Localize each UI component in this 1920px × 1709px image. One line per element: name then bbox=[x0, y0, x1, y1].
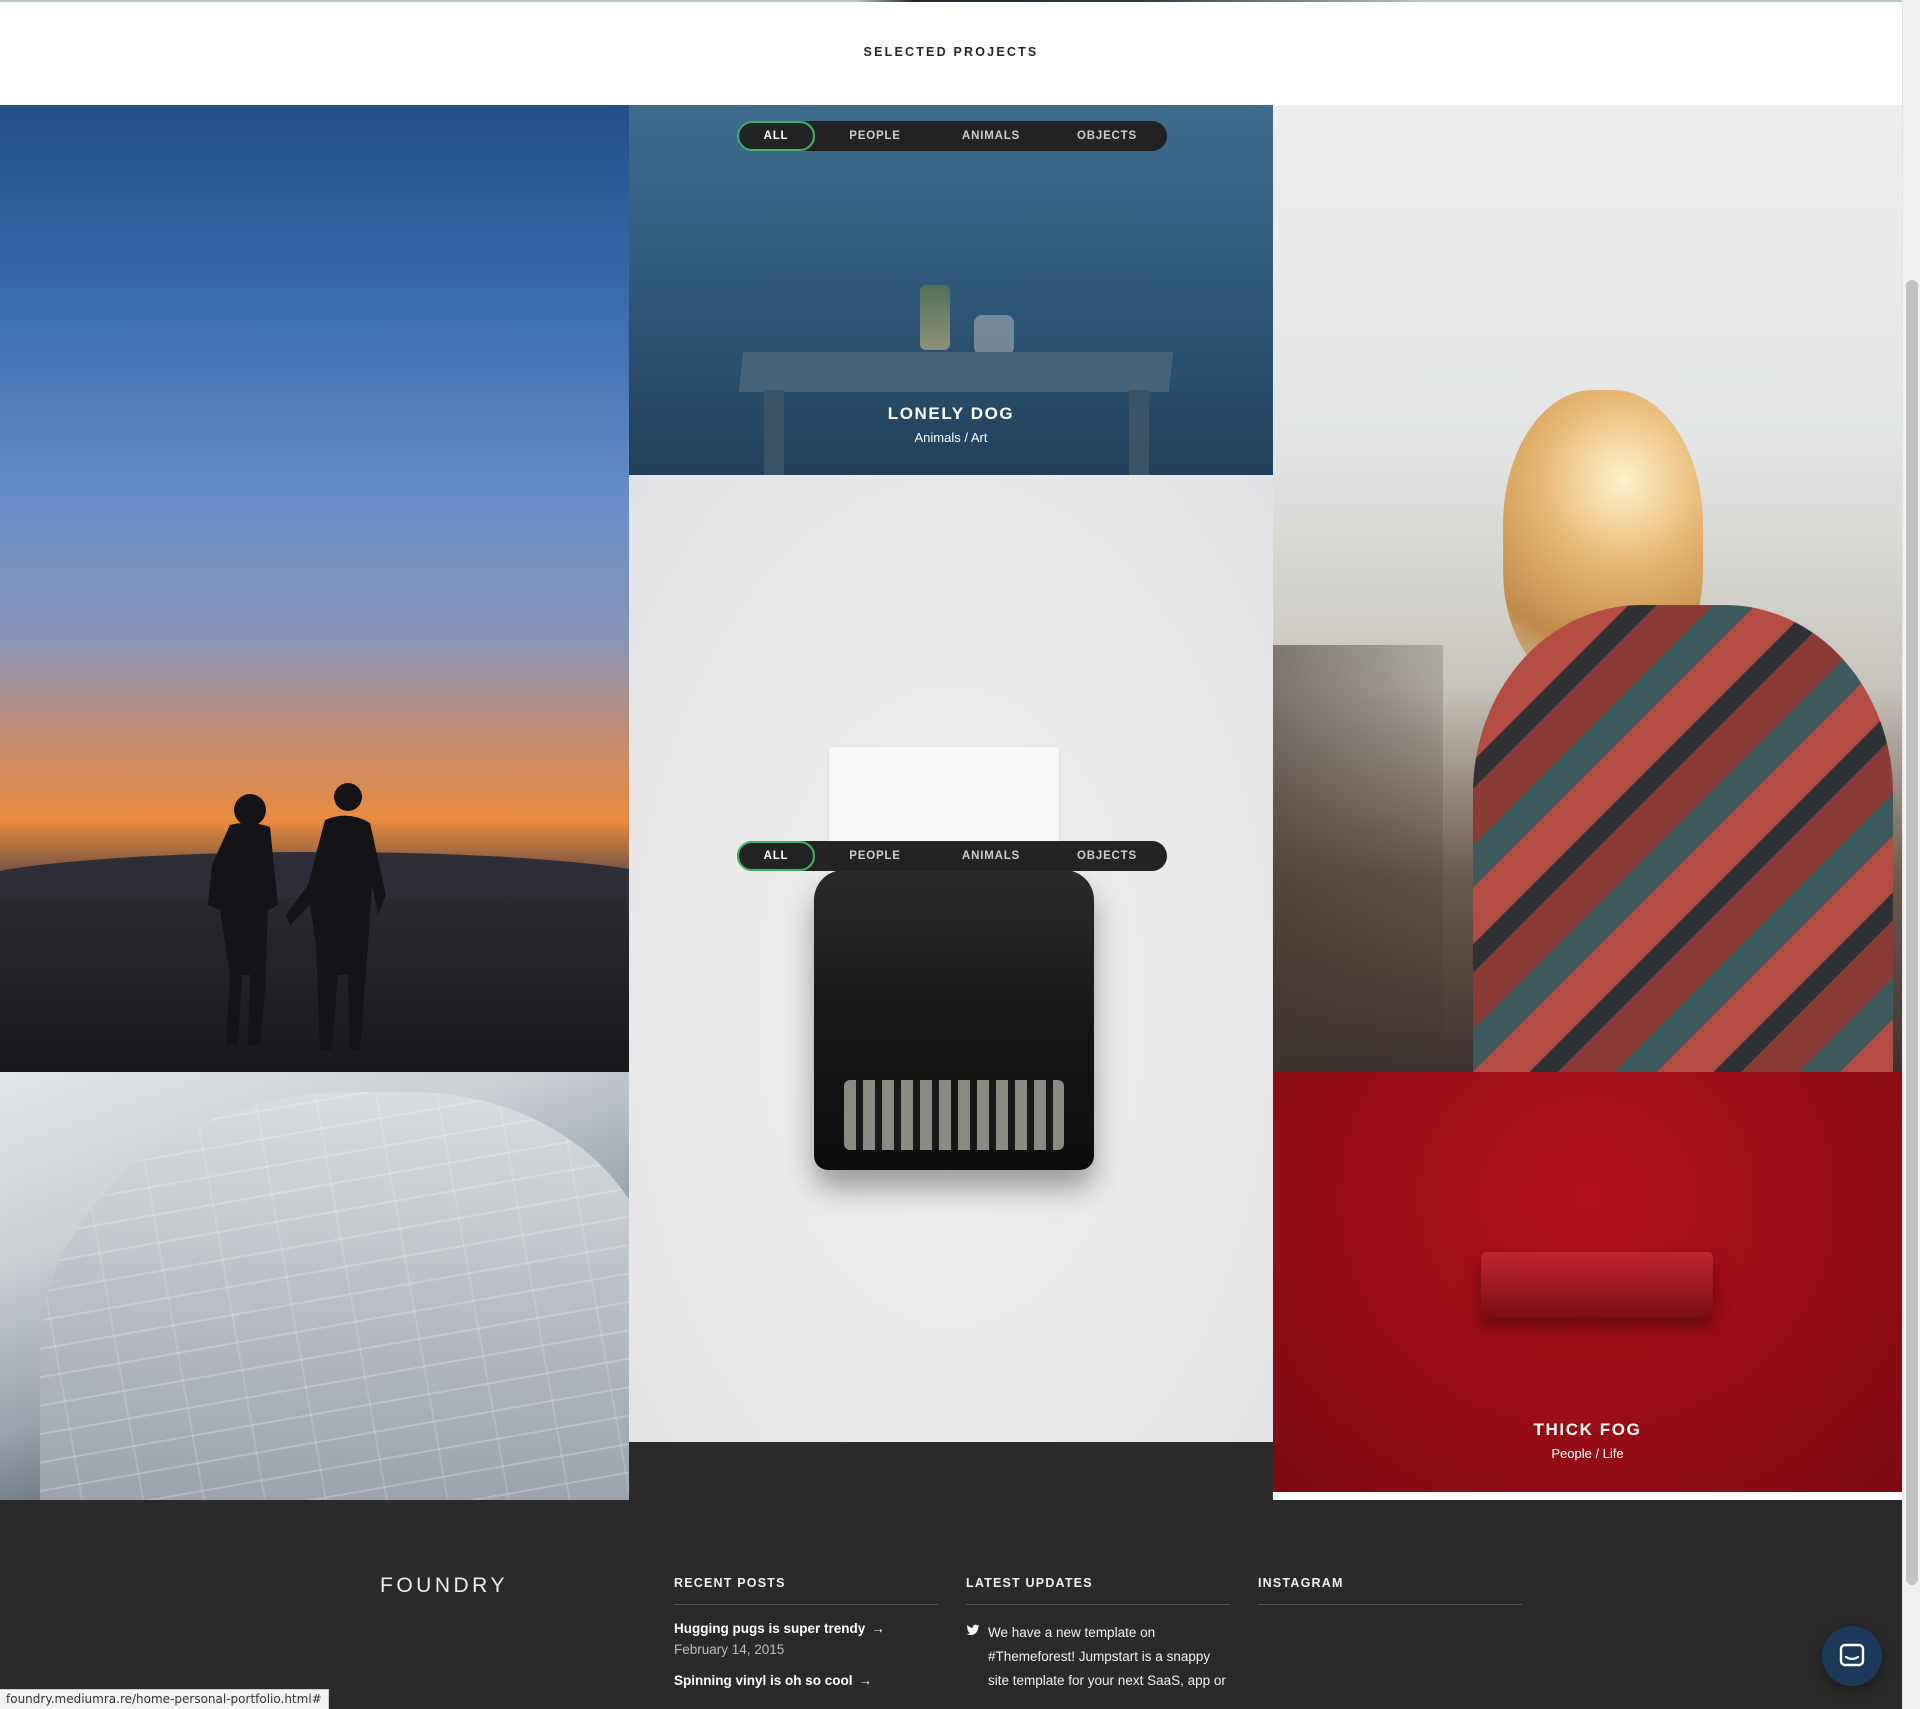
tweet-text: We have a new template on #Themeforest! … bbox=[988, 1625, 1226, 1688]
post-title: Hugging pugs is super trendy bbox=[674, 1621, 866, 1636]
arrow-right-icon: → bbox=[871, 1621, 885, 1636]
project-caption[interactable]: THICK FOG People / Life bbox=[1273, 1420, 1902, 1461]
post-link[interactable]: Hugging pugs is super trendy → bbox=[674, 1621, 938, 1636]
project-title: LONELY DOG bbox=[887, 404, 1015, 423]
filter-people[interactable]: PEOPLE bbox=[815, 121, 935, 151]
filter-all[interactable]: ALL bbox=[737, 121, 815, 151]
project-tile-couple[interactable] bbox=[0, 105, 629, 1072]
filter-people[interactable]: PEOPLE bbox=[815, 841, 935, 871]
recent-posts-heading: RECENT POSTS bbox=[674, 1576, 938, 1605]
filter-animals[interactable]: ANIMALS bbox=[935, 841, 1047, 871]
chat-icon bbox=[1839, 1643, 1865, 1667]
instagram-column: INSTAGRAM bbox=[1258, 1576, 1522, 1605]
chat-launcher-button[interactable] bbox=[1822, 1626, 1882, 1686]
tweet[interactable]: We have a new template on #Themeforest! … bbox=[966, 1621, 1230, 1693]
footer-logo[interactable]: FOUNDRY bbox=[380, 1574, 508, 1598]
woman-blanket bbox=[1473, 605, 1893, 1072]
page-scrollbar[interactable] bbox=[1902, 0, 1920, 1709]
filter-all[interactable]: ALL bbox=[737, 841, 815, 871]
hero-image-bottom-edge bbox=[0, 0, 1902, 2]
pier-posts bbox=[1273, 645, 1443, 1072]
project-filter-bar: ALL PEOPLE ANIMALS OBJECTS bbox=[737, 121, 1167, 151]
browser-status-bar: foundry.mediumra.re/home-personal-portfo… bbox=[0, 1689, 329, 1709]
filter-objects[interactable]: OBJECTS bbox=[1047, 841, 1167, 871]
gallery-gap bbox=[629, 1442, 1273, 1500]
latest-updates-heading: LATEST UPDATES bbox=[966, 1576, 1230, 1605]
instagram-heading: INSTAGRAM bbox=[1258, 1576, 1522, 1605]
metal-facade bbox=[40, 1092, 629, 1500]
recent-posts-column: RECENT POSTS Hugging pugs is super trend… bbox=[674, 1576, 938, 1688]
couple-silhouette bbox=[208, 783, 386, 1050]
project-tile-building[interactable] bbox=[0, 1072, 629, 1500]
latest-updates-column: LATEST UPDATES We have a new template on… bbox=[966, 1576, 1230, 1693]
project-categories: People / Life bbox=[1551, 1446, 1624, 1461]
project-caption[interactable]: LONELY DOG Animals / Art bbox=[629, 404, 1273, 445]
section-title: SELECTED PROJECTS bbox=[863, 45, 1039, 59]
red-mail-slot bbox=[1481, 1252, 1713, 1318]
project-categories: Animals / Art bbox=[914, 430, 988, 445]
project-tile-typewriter[interactable] bbox=[629, 475, 1273, 1442]
project-tile-thick-fog-woman[interactable] bbox=[1273, 105, 1902, 1072]
arrow-right-icon: → bbox=[858, 1673, 873, 1688]
project-filter-bar: ALL PEOPLE ANIMALS OBJECTS bbox=[737, 841, 1167, 871]
post-link[interactable]: Spinning vinyl is oh so cool → bbox=[674, 1673, 938, 1688]
filter-objects[interactable]: OBJECTS bbox=[1047, 121, 1167, 151]
site-footer: FOUNDRY RECENT POSTS Hugging pugs is sup… bbox=[0, 1500, 1902, 1709]
twitter-icon bbox=[966, 1624, 980, 1636]
filter-animals[interactable]: ANIMALS bbox=[935, 121, 1047, 151]
typewriter-keys bbox=[844, 1080, 1064, 1150]
project-title: THICK FOG bbox=[1533, 1420, 1642, 1439]
post-title: Spinning vinyl is oh so cool bbox=[674, 1673, 853, 1688]
post-date: February 14, 2015 bbox=[674, 1642, 785, 1657]
scrollbar-thumb[interactable] bbox=[1906, 280, 1918, 1585]
